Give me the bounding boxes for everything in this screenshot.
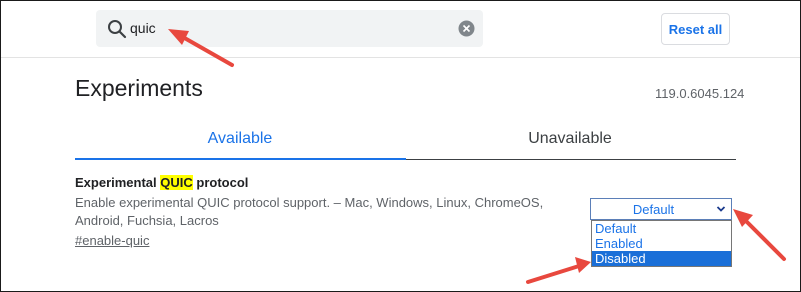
select-dropdown-list: Default Enabled Disabled	[591, 220, 732, 267]
experiment-link[interactable]: #enable-quic	[75, 233, 149, 248]
chevron-down-icon	[716, 206, 726, 212]
experiment-description: Enable experimental QUIC protocol suppor…	[75, 195, 544, 228]
experiment-title-suffix: protocol	[192, 175, 249, 190]
page-title: Experiments	[75, 75, 203, 101]
experiment-title: Experimental QUIC protocol	[75, 175, 248, 190]
browser-page: quic Reset all Experiments 119.0.6045.12…	[0, 0, 801, 292]
arrow-to-disabled-option	[526, 257, 591, 284]
reset-all-button[interactable]: Reset all	[661, 13, 730, 45]
search-highlight: QUIC	[160, 175, 193, 190]
tab-divider	[406, 159, 736, 160]
search-input[interactable]: quic	[130, 20, 156, 36]
option-enabled[interactable]: Enabled	[592, 236, 731, 251]
option-disabled[interactable]: Disabled	[592, 251, 731, 266]
version-label: 119.0.6045.124	[655, 86, 745, 101]
clear-icon[interactable]	[458, 20, 475, 37]
experiment-state-select[interactable]: Default	[590, 198, 732, 220]
tab-bar: Available Unavailable	[75, 118, 736, 161]
search-field[interactable]: quic	[96, 10, 483, 47]
search-icon	[108, 20, 127, 39]
tab-unavailable[interactable]: Unavailable	[405, 118, 735, 159]
arrow-to-select	[733, 209, 786, 261]
top-bar: quic Reset all	[1, 1, 800, 58]
tab-available[interactable]: Available	[75, 118, 405, 159]
active-tab-indicator	[75, 158, 406, 160]
experiment-title-prefix: Experimental	[75, 175, 161, 190]
option-default[interactable]: Default	[592, 221, 731, 236]
select-value: Default	[632, 202, 675, 217]
